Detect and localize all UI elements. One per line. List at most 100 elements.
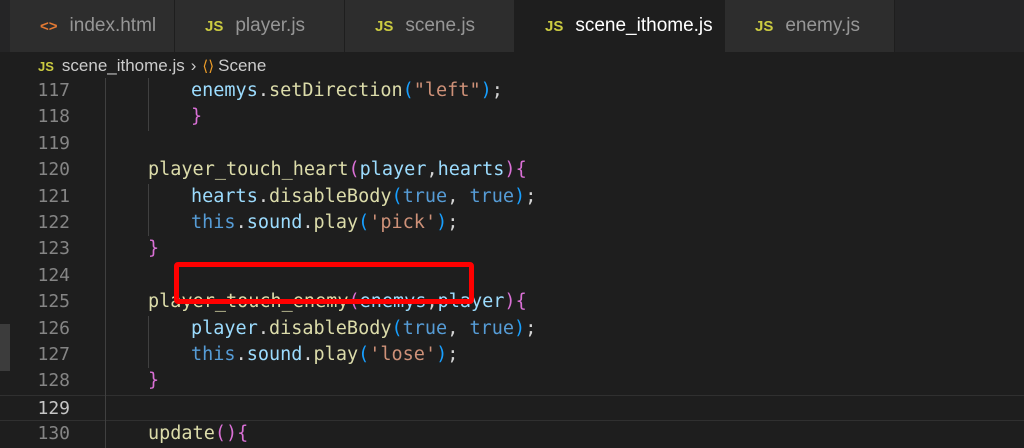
tab-label: index.html [69,15,157,36]
code-token: ; [525,185,537,207]
code-token: ( [348,159,360,181]
tab-enemy-js[interactable]: JS enemy.js [725,0,895,52]
chevron-right-icon: › [190,56,197,75]
code-token: ; [447,344,459,365]
js-file-icon: JS [375,17,394,35]
code-token: true [402,317,448,339]
code-line[interactable]: 118} [0,104,1024,130]
code-line[interactable]: 127 this.sound.play('lose'); [0,342,1024,368]
code-token: , [447,317,470,339]
code-token: this [191,344,236,365]
code-token: { [515,291,527,313]
code-token: disableBody [268,185,392,207]
code-token: hearts [437,159,505,181]
code-token: . [257,317,269,339]
code-line[interactable]: 124 [0,263,1024,289]
code-line[interactable]: 129 [0,394,1024,422]
code-token: this [191,212,236,233]
class-symbol-icon: ⟨⟩ [202,57,215,75]
code-token: setDirection [268,80,403,101]
code-token: 'pick' [369,212,437,233]
indent-guide [148,315,149,369]
code-token: sound [246,344,303,365]
code-token: . [257,80,269,101]
js-file-icon: JS [545,17,564,35]
code-token: ( [391,317,403,339]
code-editor[interactable]: 117 enemys.setDirection("left"); 118} 119 12… [0,78,1024,448]
js-file-icon: JS [38,58,54,74]
code-line[interactable]: 120 player_touch_heart(player,hearts){ [0,157,1024,183]
code-text: } [148,236,159,262]
code-token: true [402,185,448,207]
code-line[interactable]: 122 this.sound.play('pick'); [0,210,1024,236]
line-number: 121 [37,185,70,207]
breadcrumb-file[interactable]: scene_ithome.js [62,56,185,76]
code-text: player.disableBody(true, true); [191,316,536,342]
code-token: . [302,212,314,233]
code-token: , [447,185,470,207]
code-token: } [191,106,203,128]
code-text: player_touch_heart(player,hearts){ [148,157,527,183]
code-text: this.sound.play('pick'); [191,210,458,236]
html-file-icon: <> [40,17,58,35]
js-file-icon: JS [205,17,224,35]
code-token: enemys [191,80,258,101]
line-number: 130 [37,423,70,445]
code-token: sound [246,212,303,233]
tab-scene_ithome-js[interactable]: JSscene_ithome.js✕ [515,0,745,52]
code-token: } [148,370,160,392]
code-token: ) [480,80,492,101]
scrollbar-marker [0,349,10,372]
line-number: 126 [37,317,70,339]
code-token: "left" [413,80,481,101]
code-text: } [191,104,202,130]
code-line[interactable]: 125 player_touch_enemy(enemys,player){ [0,289,1024,315]
line-number: 120 [37,159,70,181]
tab-label: scene_ithome.js [575,15,713,36]
highlight-box [174,262,474,304]
code-token: hearts [191,185,258,207]
code-token: ; [491,80,503,101]
code-line[interactable]: 123} [0,236,1024,262]
tab-label: player.js [235,15,306,36]
code-token: player [191,317,258,339]
code-token: play [313,344,359,365]
line-number: 122 [37,212,70,233]
code-token: player_touch_heart [148,159,349,181]
code-token: update [148,423,215,445]
line-number: 125 [37,291,70,313]
code-token: { [237,423,249,445]
code-line[interactable]: 121 hearts.disableBody(true, true); [0,184,1024,210]
code-line[interactable]: 126 player.disableBody(true, true); [0,316,1024,342]
breadcrumb-symbol[interactable]: Scene [218,56,266,76]
tab-scene-js[interactable]: JS scene.js [345,0,515,52]
line-number: 119 [37,132,70,154]
indent-guide [148,183,149,237]
code-token: . [302,344,314,365]
code-line[interactable]: 130 update(){ [0,421,1024,447]
code-token: , [426,159,438,181]
tab-player-js[interactable]: JS player.js [175,0,345,52]
code-token: . [257,185,269,207]
code-token: true [469,317,515,339]
code-token: true [469,185,515,207]
code-token: ; [447,212,459,233]
code-token: . [235,344,247,365]
code-line[interactable]: 117 enemys.setDirection("left"); [0,78,1024,104]
code-token: 'lose' [369,344,437,365]
line-number: 127 [37,344,70,365]
tab-index-html[interactable]: <> index.html [10,0,175,52]
code-token: ) [225,423,238,445]
code-text: hearts.disableBody(true, true); [191,184,536,210]
code-token: disableBody [268,317,392,339]
code-text: this.sound.play('lose'); [191,342,458,368]
line-number: 129 [37,397,70,419]
code-text: update(){ [148,421,248,447]
code-token: ( [391,185,403,207]
code-line[interactable]: 119 [0,131,1024,157]
line-number: 118 [37,106,70,128]
code-token: } [148,238,160,260]
code-token: ( [358,212,370,233]
code-line[interactable]: 128} [0,368,1024,394]
code-token: ; [525,317,537,339]
